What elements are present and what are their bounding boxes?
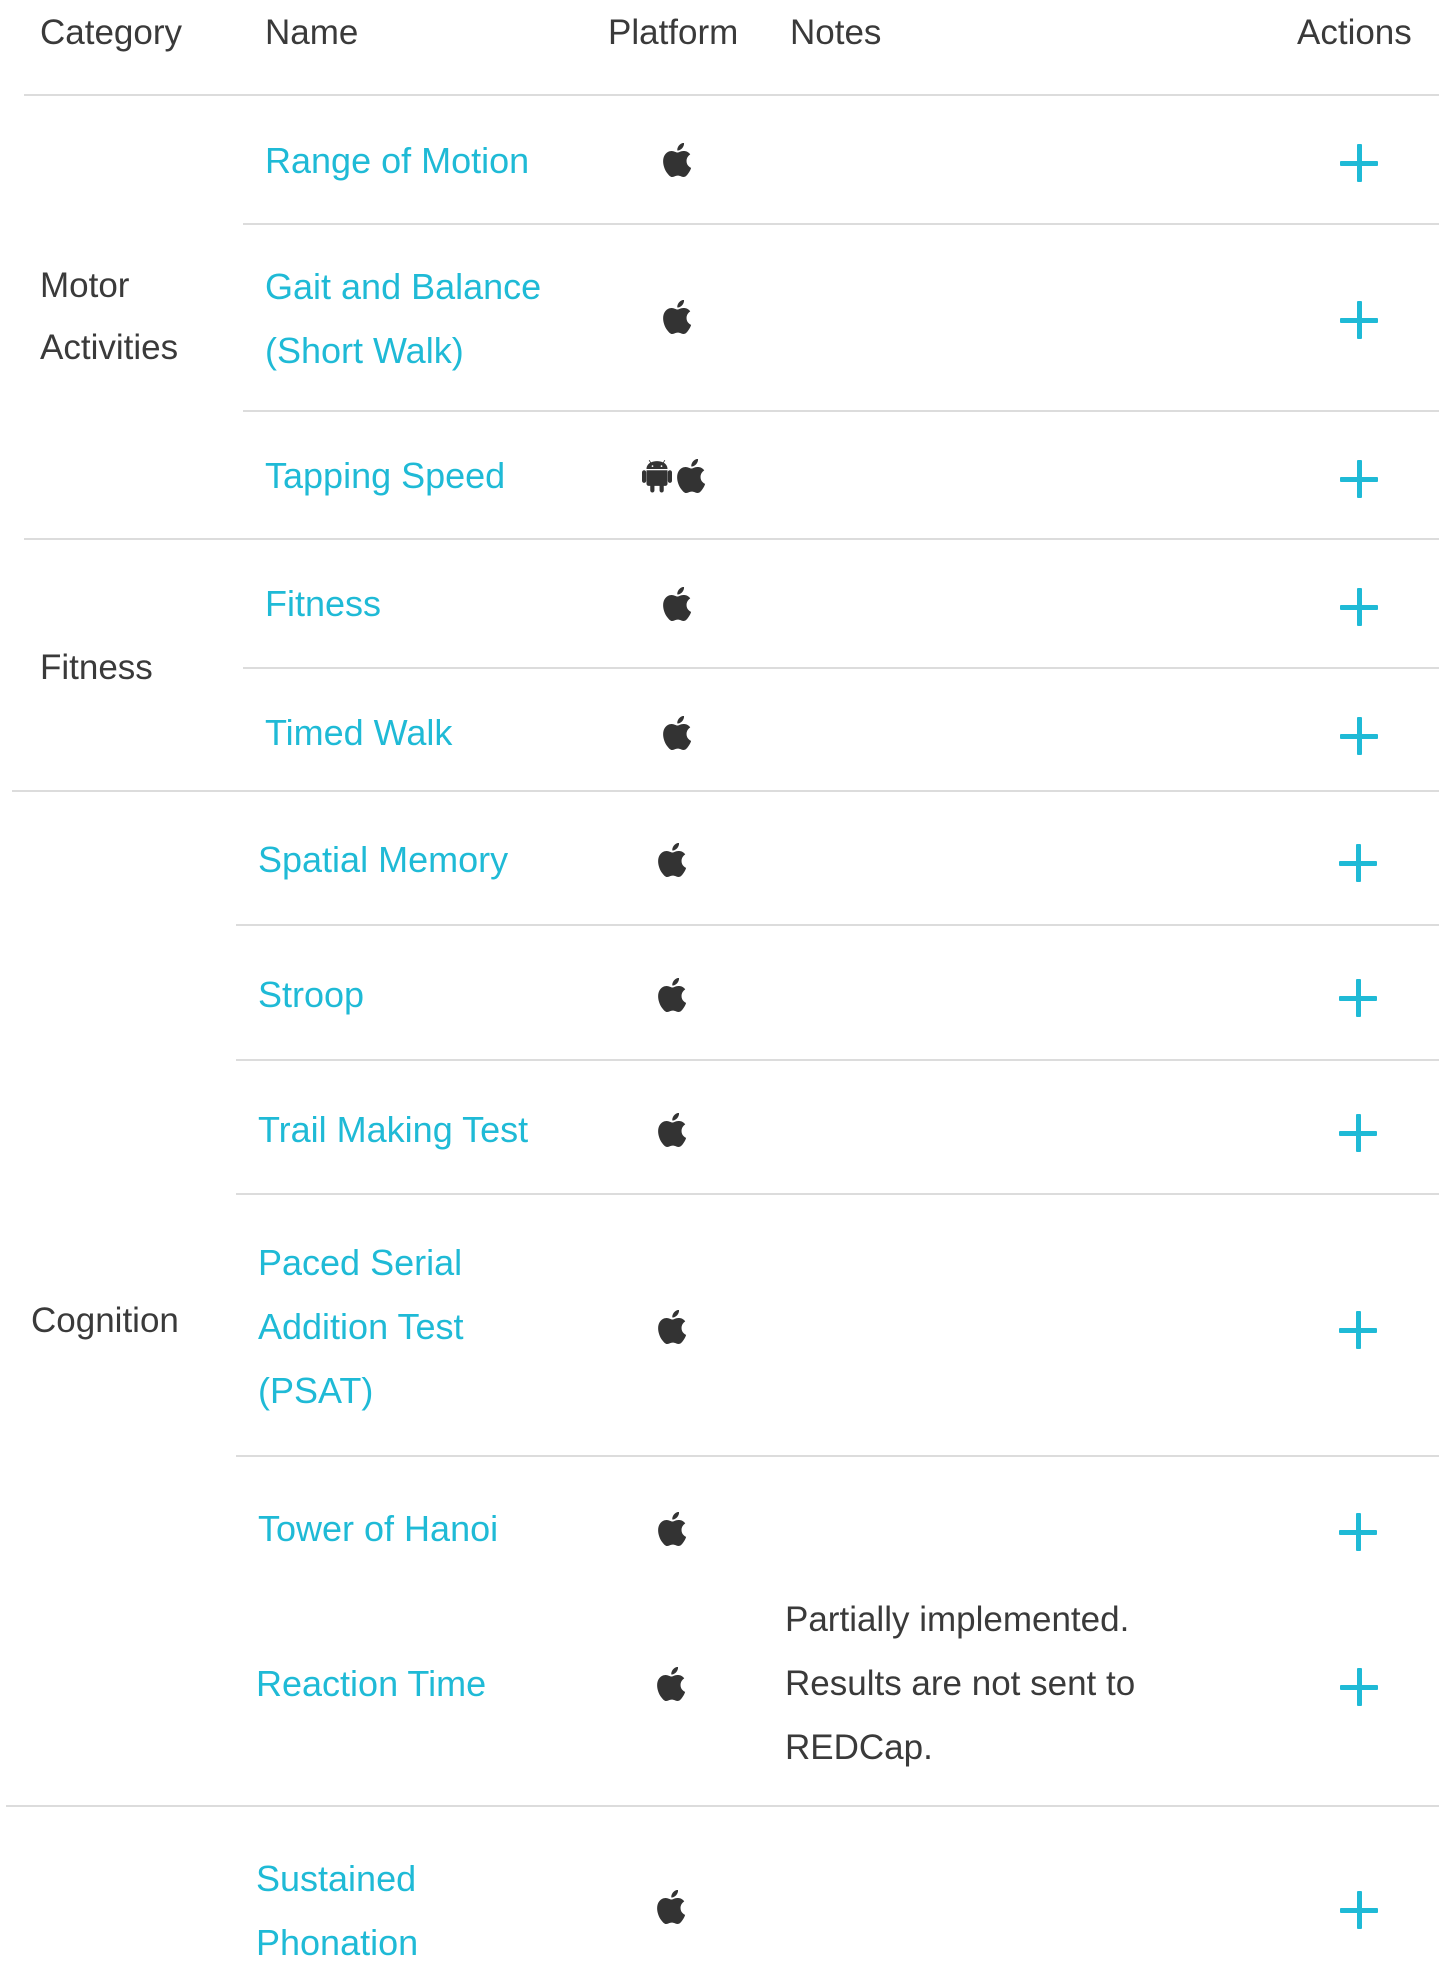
activity-link-tower-of-hanoi[interactable]: Tower of Hanoi <box>258 1497 498 1561</box>
row-divider <box>236 924 1439 926</box>
activity-link-gait-and-balance[interactable]: Gait and Balance (Short Walk) <box>265 255 541 383</box>
apple-icon <box>662 587 692 621</box>
add-button[interactable] <box>1336 1510 1380 1554</box>
platform-cell <box>657 1308 687 1346</box>
row-divider <box>236 1455 1439 1457</box>
add-button[interactable] <box>1337 457 1381 501</box>
add-button[interactable] <box>1337 141 1381 185</box>
add-button[interactable] <box>1337 1888 1381 1932</box>
group-divider <box>12 790 1439 792</box>
add-button[interactable] <box>1337 714 1381 758</box>
apple-icon <box>657 843 687 877</box>
add-button[interactable] <box>1337 1665 1381 1709</box>
add-button[interactable] <box>1336 1308 1380 1352</box>
apple-icon <box>657 1113 687 1147</box>
column-header-platform: Platform <box>608 13 739 52</box>
add-button[interactable] <box>1337 298 1381 342</box>
add-button[interactable] <box>1336 976 1380 1020</box>
category-motor-activities: Motor Activities <box>40 255 178 379</box>
activity-link-spatial-memory[interactable]: Spatial Memory <box>258 828 508 892</box>
apple-icon <box>676 459 706 493</box>
group-divider <box>24 538 1439 540</box>
row-divider <box>243 410 1439 412</box>
add-button[interactable] <box>1336 1111 1380 1155</box>
activity-name-line[interactable]: Sustained <box>256 1847 418 1911</box>
apple-icon <box>657 1310 687 1344</box>
platform-cell <box>662 298 692 336</box>
activity-link-stroop[interactable]: Stroop <box>258 963 364 1027</box>
apple-icon <box>657 1512 687 1546</box>
android-icon <box>642 459 672 493</box>
category-cognition: Cognition <box>31 1301 179 1340</box>
activity-name-line[interactable]: (PSAT) <box>258 1359 463 1423</box>
apple-icon <box>662 716 692 750</box>
row-divider <box>236 1059 1439 1061</box>
platform-cell <box>662 714 692 752</box>
group-divider <box>6 1805 1439 1807</box>
platform-cell <box>657 976 687 1014</box>
category-fitness: Fitness <box>40 648 153 687</box>
activity-link-reaction-time[interactable]: Reaction Time <box>256 1652 486 1716</box>
apple-icon <box>657 978 687 1012</box>
platform-cell <box>642 457 706 495</box>
activity-link-range-of-motion[interactable]: Range of Motion <box>265 129 529 193</box>
apple-icon <box>656 1667 686 1701</box>
note-line: Results are not sent to <box>785 1664 1136 1703</box>
activity-link-tapping-speed[interactable]: Tapping Speed <box>265 444 505 508</box>
note-line: REDCap. <box>785 1728 933 1767</box>
activity-link-psat[interactable]: Paced Serial Addition Test (PSAT) <box>258 1231 463 1423</box>
add-button[interactable] <box>1336 841 1380 885</box>
row-divider <box>236 1193 1439 1195</box>
row-divider <box>243 667 1439 669</box>
activity-name-line[interactable]: Phonation <box>256 1911 418 1968</box>
header-divider <box>24 94 1439 96</box>
activity-link-timed-walk[interactable]: Timed Walk <box>265 701 452 765</box>
column-header-name: Name <box>265 13 359 52</box>
add-button[interactable] <box>1337 585 1381 629</box>
platform-cell <box>657 1510 687 1548</box>
platform-cell <box>657 841 687 879</box>
platform-cell <box>656 1665 686 1703</box>
platform-cell <box>657 1111 687 1149</box>
category-label-line: Activities <box>40 328 179 367</box>
activity-name-line[interactable]: Addition Test <box>258 1295 463 1359</box>
activity-name-line[interactable]: (Short Walk) <box>265 319 541 383</box>
apple-icon <box>656 1890 686 1924</box>
activity-link-trail-making-test[interactable]: Trail Making Test <box>258 1098 528 1162</box>
activity-link-sustained-phonation[interactable]: Sustained Phonation <box>256 1847 418 1968</box>
category-label-line: Motor <box>40 266 130 305</box>
platform-cell <box>656 1888 686 1926</box>
activity-name-line[interactable]: Paced Serial <box>258 1231 463 1295</box>
platform-cell <box>662 141 692 179</box>
note-line: Partially implemented. <box>785 1600 1130 1639</box>
activity-link-fitness[interactable]: Fitness <box>265 572 381 636</box>
column-header-actions: Actions <box>1297 13 1412 52</box>
platform-cell <box>662 585 692 623</box>
column-header-category: Category <box>40 13 183 52</box>
apple-icon <box>662 300 692 334</box>
column-header-notes: Notes <box>790 13 882 52</box>
notes-cell: Partially implemented. Results are not s… <box>785 1588 1135 1780</box>
row-divider <box>243 223 1439 225</box>
activity-name-line[interactable]: Gait and Balance <box>265 255 541 319</box>
apple-icon <box>662 143 692 177</box>
